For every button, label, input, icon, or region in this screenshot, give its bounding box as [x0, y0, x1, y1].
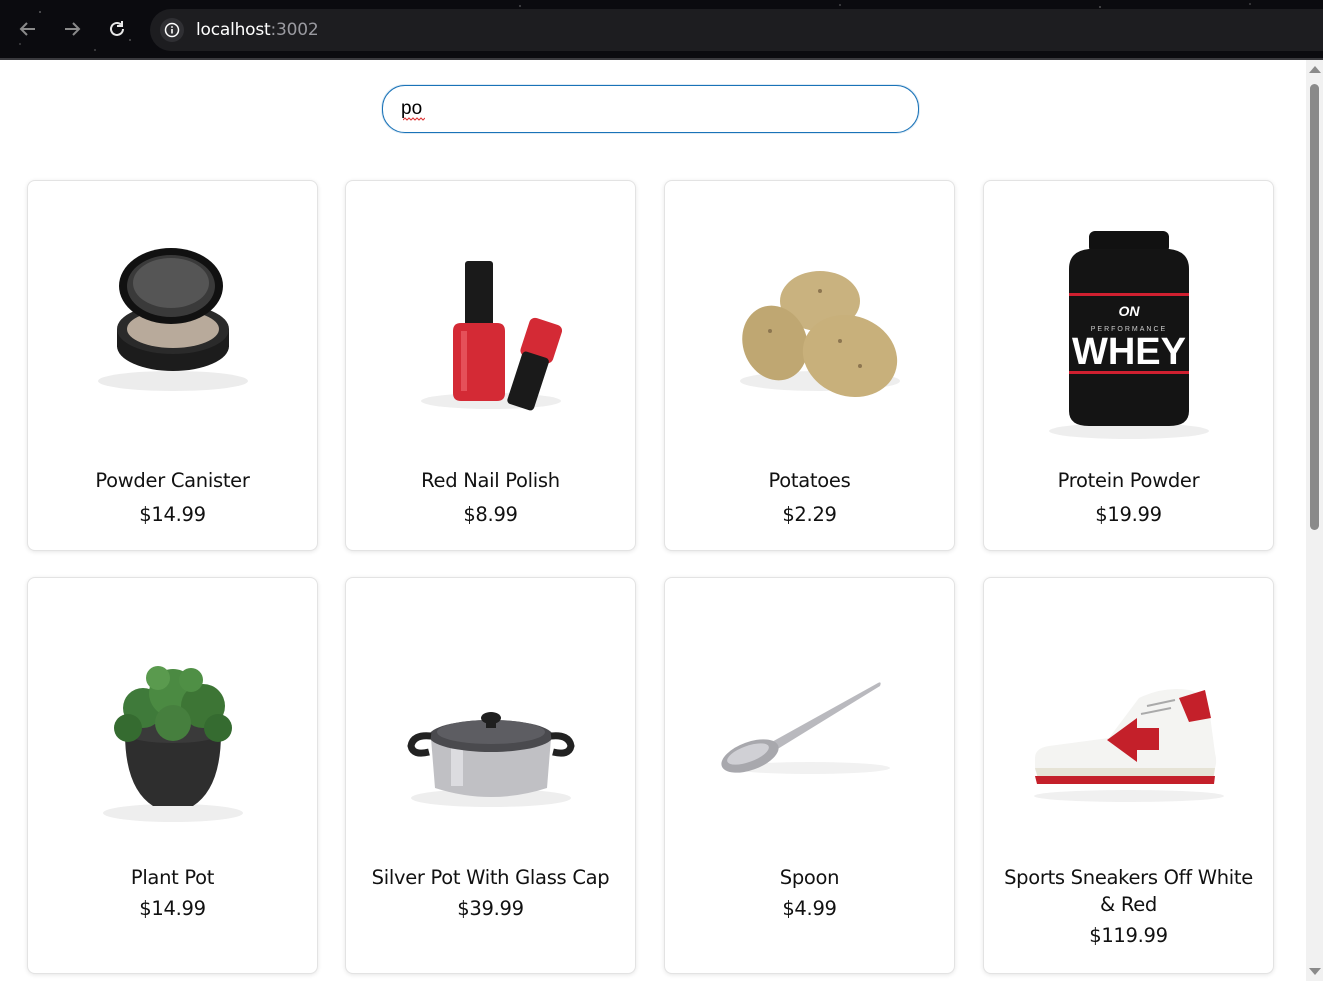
search-input[interactable]	[383, 86, 901, 132]
powder-compact-icon	[73, 211, 273, 451]
product-card[interactable]: Powder Canister $14.99	[27, 180, 318, 551]
sneaker-icon	[1029, 608, 1229, 848]
spellcheck-squiggle	[403, 117, 425, 121]
browser-toolbar: localhost:3002	[0, 0, 1323, 60]
product-price: $2.29	[782, 503, 837, 526]
back-arrow-icon	[19, 22, 35, 36]
product-price: $4.99	[782, 897, 837, 920]
product-name: Silver Pot With Glass Cap	[371, 866, 610, 889]
product-name: Plant Pot	[130, 866, 215, 889]
forward-button[interactable]	[58, 15, 86, 43]
cooking-pot-icon	[391, 608, 591, 848]
search-box[interactable]	[382, 85, 919, 133]
site-info-icon[interactable]	[160, 18, 184, 42]
url-port: :3002	[270, 20, 319, 40]
product-price: $14.99	[139, 897, 206, 920]
url-host: localhost	[196, 20, 271, 40]
back-button[interactable]	[14, 15, 42, 43]
product-name: Red Nail Polish	[421, 469, 560, 492]
toolbar-divider	[0, 58, 1323, 60]
product-card[interactable]: Red Nail Polish $8.99	[345, 180, 636, 551]
plant-pot-icon	[73, 608, 273, 848]
product-name: Sports Sneakers Off White & Red	[1004, 866, 1253, 916]
product-name: Protein Powder	[1057, 469, 1200, 492]
product-name: Potatoes	[768, 469, 851, 492]
product-card[interactable]: Sports Sneakers Off White & Red $119.99	[983, 577, 1274, 974]
product-price: $39.99	[457, 897, 524, 920]
protein-tub-icon: ON PERFORMANCE WHEY	[1029, 211, 1229, 451]
product-price: $119.99	[1089, 924, 1168, 947]
nail-polish-icon	[391, 211, 591, 451]
scroll-up-arrow-icon[interactable]	[1309, 66, 1321, 73]
scrollbar-thumb[interactable]	[1310, 84, 1319, 530]
forward-arrow-icon	[65, 22, 81, 36]
product-card[interactable]: ON PERFORMANCE WHEY Protein Powder $19.9…	[983, 180, 1274, 551]
spoon-icon	[710, 608, 910, 848]
product-name: Powder Canister	[95, 469, 250, 492]
reload-icon	[110, 21, 124, 36]
product-name: Spoon	[779, 866, 840, 889]
scroll-down-arrow-icon[interactable]	[1309, 968, 1321, 975]
product-price: $14.99	[139, 503, 206, 526]
protein-brand-text: ON	[1119, 303, 1141, 319]
protein-label-text: WHEY	[1072, 331, 1186, 373]
potatoes-icon	[710, 211, 910, 451]
vertical-scrollbar[interactable]	[1306, 60, 1323, 981]
reload-button[interactable]	[103, 15, 131, 43]
product-card[interactable]: Spoon $4.99	[664, 577, 955, 974]
product-price: $8.99	[463, 503, 518, 526]
product-price: $19.99	[1095, 503, 1162, 526]
address-bar[interactable]: localhost:3002	[150, 9, 1323, 51]
product-card[interactable]: Silver Pot With Glass Cap $39.99	[345, 577, 636, 974]
product-card[interactable]: Potatoes $2.29	[664, 180, 955, 551]
url-text: localhost:3002	[196, 20, 319, 40]
product-card[interactable]: Plant Pot $14.99	[27, 577, 318, 974]
